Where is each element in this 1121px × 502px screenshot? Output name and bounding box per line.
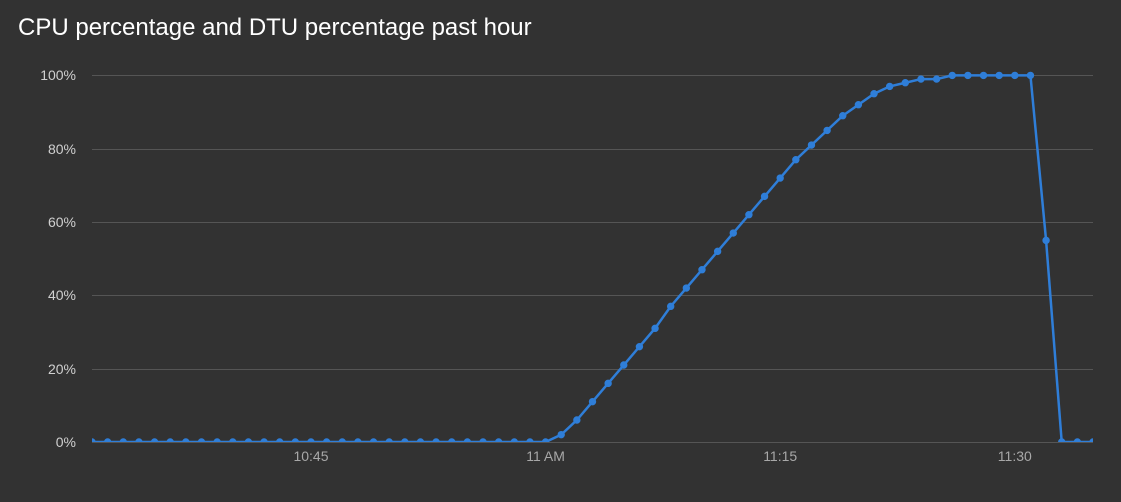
- chart-svg: [92, 52, 1093, 442]
- data-point[interactable]: [417, 439, 423, 442]
- y-tick-label: 60%: [48, 214, 76, 230]
- data-point[interactable]: [339, 439, 345, 442]
- y-tick-label: 80%: [48, 141, 76, 157]
- data-point[interactable]: [183, 439, 189, 442]
- data-point[interactable]: [167, 439, 173, 442]
- data-point[interactable]: [871, 91, 877, 97]
- x-tick-label: 11 AM: [526, 448, 565, 464]
- data-point[interactable]: [589, 398, 595, 404]
- y-tick-label: 20%: [48, 361, 76, 377]
- data-point[interactable]: [808, 142, 814, 148]
- data-point[interactable]: [574, 417, 580, 423]
- data-point[interactable]: [323, 439, 329, 442]
- data-point[interactable]: [308, 439, 314, 442]
- data-point[interactable]: [261, 439, 267, 442]
- metrics-panel: CPU percentage and DTU percentage past h…: [0, 0, 1121, 502]
- data-point[interactable]: [886, 83, 892, 89]
- data-point[interactable]: [683, 285, 689, 291]
- data-point[interactable]: [714, 248, 720, 254]
- data-point[interactable]: [542, 439, 548, 442]
- data-point[interactable]: [511, 439, 517, 442]
- y-tick-label: 0%: [56, 434, 76, 450]
- data-point[interactable]: [104, 439, 110, 442]
- data-point[interactable]: [1074, 439, 1080, 442]
- data-point[interactable]: [949, 72, 955, 78]
- data-point[interactable]: [605, 380, 611, 386]
- data-point[interactable]: [370, 439, 376, 442]
- data-point[interactable]: [245, 439, 251, 442]
- x-tick-label: 10:45: [293, 448, 328, 464]
- data-point[interactable]: [558, 431, 564, 437]
- data-point[interactable]: [621, 362, 627, 368]
- data-point[interactable]: [120, 439, 126, 442]
- x-tick-label: 11:15: [763, 448, 797, 464]
- data-point[interactable]: [668, 303, 674, 309]
- data-point[interactable]: [151, 439, 157, 442]
- x-tick-label: 11:30: [998, 448, 1032, 464]
- data-point[interactable]: [902, 80, 908, 86]
- data-point[interactable]: [996, 72, 1002, 78]
- series-line: [92, 75, 1093, 442]
- data-point[interactable]: [824, 127, 830, 133]
- y-tick-label: 40%: [48, 287, 76, 303]
- data-point[interactable]: [1090, 439, 1093, 442]
- data-point[interactable]: [652, 325, 658, 331]
- data-point[interactable]: [355, 439, 361, 442]
- data-point[interactable]: [495, 439, 501, 442]
- gridline: [92, 442, 1093, 443]
- data-point[interactable]: [855, 102, 861, 108]
- data-point[interactable]: [1043, 237, 1049, 243]
- plot-region[interactable]: [92, 52, 1093, 442]
- data-point[interactable]: [840, 113, 846, 119]
- x-axis-labels: 10:45 11 AM 11:15 11:30: [92, 448, 1093, 478]
- data-point[interactable]: [433, 439, 439, 442]
- data-point[interactable]: [918, 76, 924, 82]
- data-point[interactable]: [746, 212, 752, 218]
- data-point[interactable]: [527, 439, 533, 442]
- data-point[interactable]: [965, 72, 971, 78]
- chart-title: CPU percentage and DTU percentage past h…: [18, 14, 1103, 42]
- data-point[interactable]: [292, 439, 298, 442]
- data-point[interactable]: [980, 72, 986, 78]
- data-point[interactable]: [636, 343, 642, 349]
- data-point[interactable]: [1059, 439, 1065, 442]
- data-point[interactable]: [730, 230, 736, 236]
- data-point[interactable]: [699, 267, 705, 273]
- data-point[interactable]: [777, 175, 783, 181]
- data-point[interactable]: [933, 76, 939, 82]
- data-point[interactable]: [402, 439, 408, 442]
- data-point[interactable]: [1027, 72, 1033, 78]
- data-point[interactable]: [92, 439, 95, 442]
- data-point[interactable]: [214, 439, 220, 442]
- data-point[interactable]: [449, 439, 455, 442]
- data-point[interactable]: [480, 439, 486, 442]
- data-point[interactable]: [1012, 72, 1018, 78]
- data-point[interactable]: [136, 439, 142, 442]
- data-point[interactable]: [386, 439, 392, 442]
- y-tick-label: 100%: [40, 67, 76, 83]
- y-axis-labels: 100% 80% 60% 40% 20% 0%: [18, 52, 82, 442]
- data-point[interactable]: [464, 439, 470, 442]
- data-point[interactable]: [276, 439, 282, 442]
- chart-area: 100% 80% 60% 40% 20% 0% 10:45 11 AM 11:1…: [18, 52, 1103, 492]
- data-point[interactable]: [230, 439, 236, 442]
- data-point[interactable]: [761, 193, 767, 199]
- data-point[interactable]: [793, 157, 799, 163]
- data-point[interactable]: [198, 439, 204, 442]
